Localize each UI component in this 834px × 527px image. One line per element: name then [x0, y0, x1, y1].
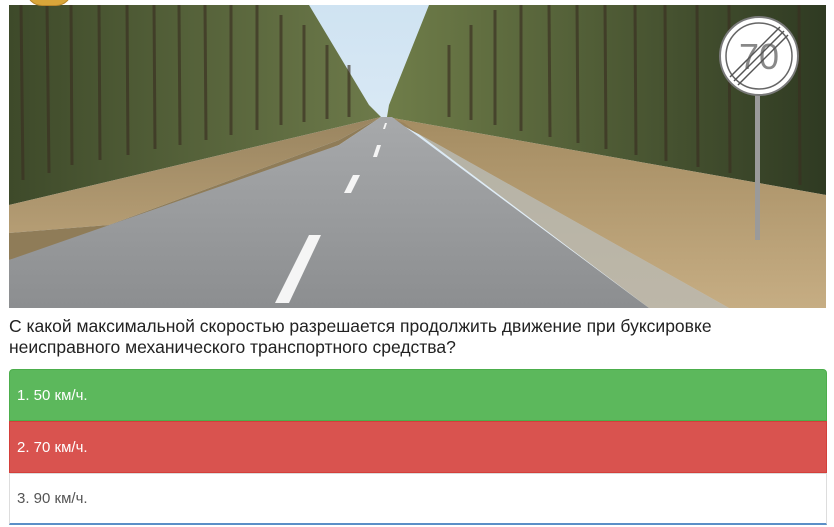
question-text: С какой максимальной скоростью разрешает… [9, 316, 712, 357]
answer-option-2[interactable]: 2. 70 км/ч. [9, 421, 827, 473]
quiz-page: 70 С какой максимальной скоростью разреш… [0, 0, 834, 527]
answer-label: 3. 90 км/ч. [17, 490, 88, 507]
question-image: 70 [9, 5, 826, 308]
answer-option-3[interactable]: 3. 90 км/ч. [9, 473, 827, 525]
answer-label: 1. 50 км/ч. [17, 386, 88, 404]
answer-option-1[interactable]: 1. 50 км/ч. [9, 369, 827, 421]
answer-list: 1. 50 км/ч. 2. 70 км/ч. 3. 90 км/ч. [9, 369, 827, 525]
answer-label: 2. 70 км/ч. [17, 438, 88, 456]
